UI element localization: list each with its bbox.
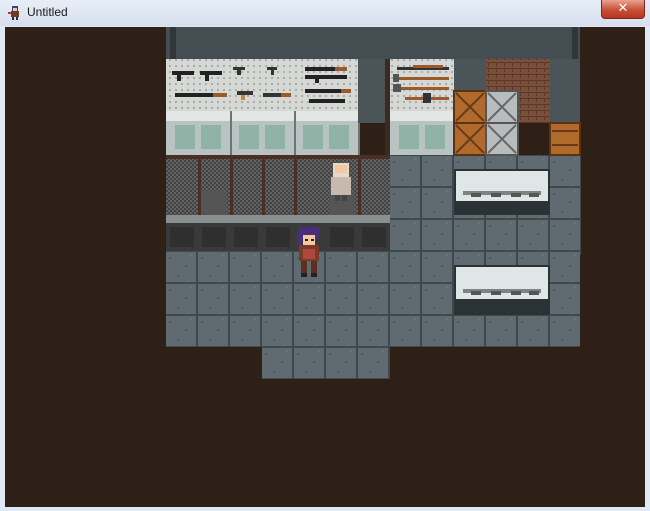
map-canvas <box>166 27 581 379</box>
counter-panels <box>170 227 386 247</box>
gun-display-table[interactable] <box>454 169 550 215</box>
rpg-character-icon <box>8 6 19 20</box>
title-bar[interactable]: Untitled ✕ <box>0 0 650 26</box>
metal-crates <box>485 90 519 156</box>
counter-window <box>201 191 227 215</box>
gun-pegboard <box>166 59 358 111</box>
glass-display-cases <box>166 111 454 155</box>
back-wall <box>166 27 580 59</box>
counter-top <box>166 215 390 223</box>
gun-display-table[interactable] <box>454 265 550 315</box>
game-viewport[interactable] <box>5 27 645 507</box>
wall-pipe <box>170 27 176 59</box>
close-icon: ✕ <box>617 1 629 16</box>
wall-segment <box>550 59 580 123</box>
wall-segment <box>358 59 388 123</box>
floor-bottom <box>262 347 390 379</box>
close-button[interactable]: ✕ <box>601 0 645 19</box>
wall-segment <box>454 59 488 91</box>
window-title: Untitled <box>27 5 68 19</box>
game-window: Untitled ✕ <box>0 0 650 511</box>
